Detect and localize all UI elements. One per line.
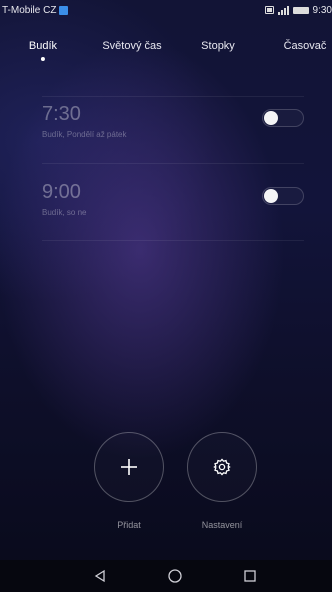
clock: 9:30 [312,4,332,16]
tab-world-clock[interactable]: Světový čas [102,40,161,52]
alarm-time: 9:00 [42,181,81,203]
tab-alarm[interactable]: Budík [28,40,58,61]
settings-label: Nastavení [201,520,243,530]
divider [42,96,304,97]
tab-bar: Budík Světový čas Stopky Časovač [0,40,332,68]
recents-square-icon [244,570,256,582]
alarm-item[interactable]: 7:30 Budík, Pondělí až pátek [42,103,304,159]
gear-icon [213,458,231,476]
navigation-bar [0,560,332,592]
battery-icon [292,6,309,14]
status-right: 9:30 [264,4,332,16]
alarm-toggle[interactable] [262,109,304,127]
add-alarm-button[interactable] [94,432,164,502]
tab-timer-label: Časovač [283,40,327,52]
notification-icon [59,5,69,15]
add-alarm-label: Přidat [117,520,141,530]
status-left: T-Mobile CZ [2,4,69,16]
toggle-knob [264,111,278,125]
tab-stopwatch[interactable]: Stopky [201,40,235,52]
background [0,0,332,592]
home-circle-icon [168,569,182,583]
settings-button[interactable] [187,432,257,502]
tab-alarm-label: Budík [28,40,58,52]
back-triangle-icon [94,569,105,583]
alarm-item[interactable]: 9:00 Budík, so ne [42,181,304,237]
tab-stopwatch-label: Stopky [201,40,235,52]
tab-timer[interactable]: Časovač [284,40,327,52]
alarm-label: Budík, Pondělí až pátek [42,130,127,139]
alarm-time: 7:30 [42,103,81,125]
plus-icon [121,459,137,475]
alarm-toggle[interactable] [262,187,304,205]
signal-icon [277,5,289,15]
divider [42,240,304,241]
divider [42,163,304,164]
tab-world-clock-label: Světový čas [102,40,162,52]
recents-button[interactable] [242,568,258,584]
carrier-name: T-Mobile CZ [2,4,57,16]
toggle-knob [264,189,278,203]
alarm-label: Budík, so ne [42,208,87,217]
active-tab-indicator [40,57,45,61]
status-bar: T-Mobile CZ 9:30 [0,0,332,20]
back-button[interactable] [92,568,108,584]
sim-icon [264,6,274,14]
home-button[interactable] [167,568,183,584]
